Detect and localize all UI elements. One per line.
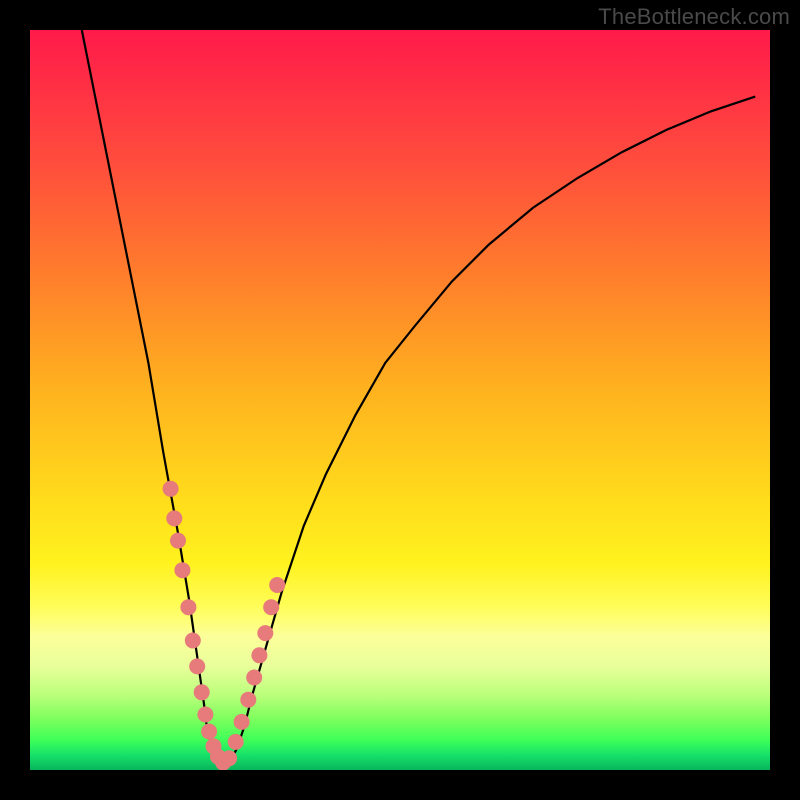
marker-dot (240, 692, 256, 708)
marker-dot (269, 577, 285, 593)
marker-dot (263, 599, 279, 615)
marker-dot (251, 647, 267, 663)
marker-cluster (163, 481, 286, 770)
marker-dot (170, 533, 186, 549)
marker-dot (201, 724, 217, 740)
curve-line (82, 30, 755, 766)
marker-dot (189, 658, 205, 674)
marker-dot (194, 684, 210, 700)
marker-dot (257, 625, 273, 641)
marker-dot (180, 599, 196, 615)
marker-dot (185, 633, 201, 649)
marker-dot (174, 562, 190, 578)
marker-dot (228, 734, 244, 750)
watermark-text: TheBottleneck.com (598, 4, 790, 30)
bottleneck-curve-chart (30, 30, 770, 770)
marker-dot (197, 707, 213, 723)
marker-dot (221, 750, 237, 766)
marker-dot (163, 481, 179, 497)
marker-dot (246, 670, 262, 686)
marker-dot (166, 510, 182, 526)
marker-dot (234, 714, 250, 730)
